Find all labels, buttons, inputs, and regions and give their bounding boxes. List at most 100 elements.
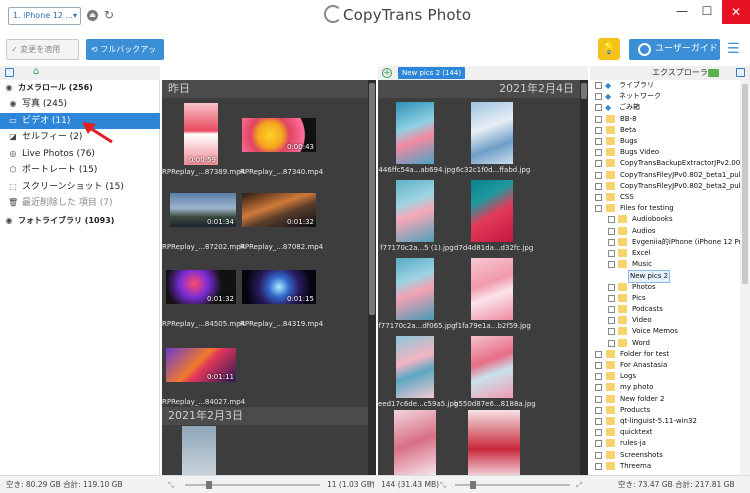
- apply-changes-button[interactable]: ✓ 変更を適用: [6, 39, 79, 60]
- tree-checkbox[interactable]: [595, 406, 602, 414]
- explorer-scrollbar[interactable]: [740, 80, 750, 475]
- photo-thumbnail[interactable]: [396, 102, 434, 164]
- tree-item[interactable]: Voice Memos: [590, 326, 740, 337]
- photo-thumbnail[interactable]: [471, 336, 513, 398]
- tree-checkbox[interactable]: [595, 373, 602, 381]
- tree-item[interactable]: ◆ ごみ箱: [590, 102, 740, 113]
- tree-checkbox[interactable]: [595, 138, 602, 145]
- tree-item[interactable]: Files for testing: [590, 203, 740, 214]
- tree-checkbox[interactable]: [608, 261, 615, 269]
- tree-item[interactable]: CSS: [590, 192, 740, 203]
- tree-item[interactable]: Bugs Video: [590, 147, 740, 158]
- video-thumbnail[interactable]: 0:01:11: [166, 348, 236, 382]
- sidebar-item-photo-library[interactable]: ◉ フォトライブラリ (1093): [0, 213, 160, 229]
- tree-item[interactable]: CopyTransFileyJPv0.802_beta2_pub: [590, 181, 740, 192]
- tree-checkbox[interactable]: [595, 362, 602, 369]
- photo-thumbnail[interactable]: [396, 258, 434, 320]
- user-guide-button[interactable]: ユーザーガイド: [629, 39, 720, 60]
- sidebar-item[interactable]: ◉ 写真 (245): [0, 96, 160, 112]
- tree-checkbox[interactable]: [595, 418, 602, 425]
- tree-checkbox[interactable]: [608, 283, 615, 291]
- photo-thumbnail[interactable]: [394, 410, 436, 475]
- hamburger-menu-icon[interactable]: ☰: [727, 41, 740, 57]
- photo-thumbnail[interactable]: [471, 258, 513, 320]
- collapse-explorer-icon[interactable]: [736, 68, 745, 77]
- tree-item[interactable]: rules-ja: [590, 438, 740, 449]
- video-thumbnail[interactable]: 0:01:15: [242, 270, 316, 304]
- sidebar-item[interactable]: ⬡ ポートレート (15): [0, 162, 160, 178]
- sidebar-item[interactable]: ⬚ スクリーンショット (15): [0, 179, 160, 195]
- tree-item[interactable]: Bugs: [590, 136, 740, 147]
- video-thumbnail[interactable]: 0:00:59: [184, 103, 218, 165]
- tree-item[interactable]: ◆ ネットワーク: [590, 91, 740, 102]
- tree-item[interactable]: New folder 2: [590, 394, 740, 405]
- new-album-icon[interactable]: ⌂: [33, 66, 39, 77]
- photo-thumbnail[interactable]: [471, 102, 513, 164]
- minimize-button[interactable]: —: [672, 4, 692, 18]
- tree-item[interactable]: Audios: [590, 226, 740, 237]
- tree-item[interactable]: New pics 2: [590, 270, 740, 284]
- tree-item[interactable]: Pics: [590, 293, 740, 304]
- video-thumbnail[interactable]: 0:01:32: [166, 270, 236, 304]
- tree-item[interactable]: For Anastasia: [590, 360, 740, 371]
- tree-checkbox[interactable]: [595, 350, 602, 358]
- sidebar-item[interactable]: ◎ Live Photos (76): [0, 146, 160, 162]
- tree-checkbox[interactable]: [595, 440, 602, 448]
- tips-bulb-button[interactable]: 💡: [598, 38, 620, 60]
- full-backup-button[interactable]: ⟲ フルバックアップ: [86, 39, 164, 75]
- tree-checkbox[interactable]: [595, 384, 602, 392]
- tree-item[interactable]: CopyTransFileyJPv0.802_beta1_pub: [590, 170, 740, 181]
- video-thumbnail[interactable]: 0:01:34: [170, 193, 236, 227]
- zoom-out-icon[interactable]: ⤡: [440, 476, 446, 493]
- tree-checkbox[interactable]: [595, 160, 602, 168]
- left-gallery-scrollbar[interactable]: [368, 80, 376, 475]
- tree-item[interactable]: my photo: [590, 382, 740, 393]
- sidebar-item[interactable]: ◪ セルフィー (2): [0, 129, 160, 145]
- maximize-button[interactable]: ☐: [697, 4, 717, 18]
- photo-thumbnail[interactable]: [471, 180, 513, 242]
- close-window-button[interactable]: ✕: [722, 0, 750, 24]
- tree-checkbox[interactable]: [595, 205, 602, 213]
- tree-item[interactable]: Music: [590, 259, 740, 270]
- video-thumbnail[interactable]: 0:00:43: [242, 118, 316, 152]
- zoom-out-icon[interactable]: ⤡: [168, 476, 174, 493]
- tree-checkbox[interactable]: [595, 104, 602, 112]
- tree-item[interactable]: CopyTransBackupExtractorJPv2.007_: [590, 158, 740, 169]
- tree-item[interactable]: Products: [590, 405, 740, 416]
- tree-item[interactable]: Evgeniia的iPhone (iPhone 12 Pro): [590, 237, 740, 248]
- tree-checkbox[interactable]: [608, 328, 615, 336]
- tree-checkbox[interactable]: [595, 194, 602, 201]
- device-selector[interactable]: 1. iPhone 12 ... ▾: [8, 7, 81, 25]
- tree-checkbox[interactable]: [608, 216, 615, 224]
- tree-item[interactable]: qt-linguist-5.11-win32: [590, 416, 740, 427]
- tree-checkbox[interactable]: [608, 339, 615, 347]
- tree-checkbox[interactable]: [595, 429, 602, 437]
- tree-item[interactable]: Threema: [590, 461, 740, 472]
- zoom-slider-handle[interactable]: [470, 481, 476, 489]
- zoom-in-icon[interactable]: ⤢: [367, 476, 373, 493]
- tree-checkbox[interactable]: [595, 82, 602, 89]
- tree-item[interactable]: quicktext: [590, 427, 740, 438]
- tree-checkbox[interactable]: [595, 451, 602, 459]
- tree-checkbox[interactable]: [595, 149, 602, 157]
- tree-checkbox[interactable]: [608, 250, 615, 257]
- tree-checkbox[interactable]: [595, 126, 602, 134]
- tree-item[interactable]: Photos: [590, 282, 740, 293]
- sidebar-item[interactable]: 🗑 最近削除した 項目 (7): [0, 195, 160, 211]
- tree-item[interactable]: Folder for test: [590, 349, 740, 360]
- refresh-icon[interactable]: ↻: [104, 8, 114, 22]
- tree-item[interactable]: ◆ ライブラリ: [590, 80, 740, 91]
- tree-item[interactable]: Video: [590, 315, 740, 326]
- tree-item[interactable]: Excel: [590, 248, 740, 259]
- sidebar-item-camera-roll[interactable]: ◉ カメラロール (256): [0, 80, 160, 96]
- tree-checkbox[interactable]: [608, 294, 615, 302]
- tree-item[interactable]: Audiobooks: [590, 214, 740, 225]
- add-folder-icon[interactable]: +: [382, 68, 392, 78]
- folder-icon[interactable]: [708, 69, 719, 77]
- photo-thumbnail[interactable]: [468, 410, 520, 475]
- collapse-panel-icon[interactable]: [5, 68, 14, 77]
- tree-item[interactable]: Logs: [590, 371, 740, 382]
- eject-icon[interactable]: ⏏: [87, 10, 98, 21]
- video-thumbnail[interactable]: [182, 426, 216, 475]
- tree-checkbox[interactable]: [595, 182, 602, 190]
